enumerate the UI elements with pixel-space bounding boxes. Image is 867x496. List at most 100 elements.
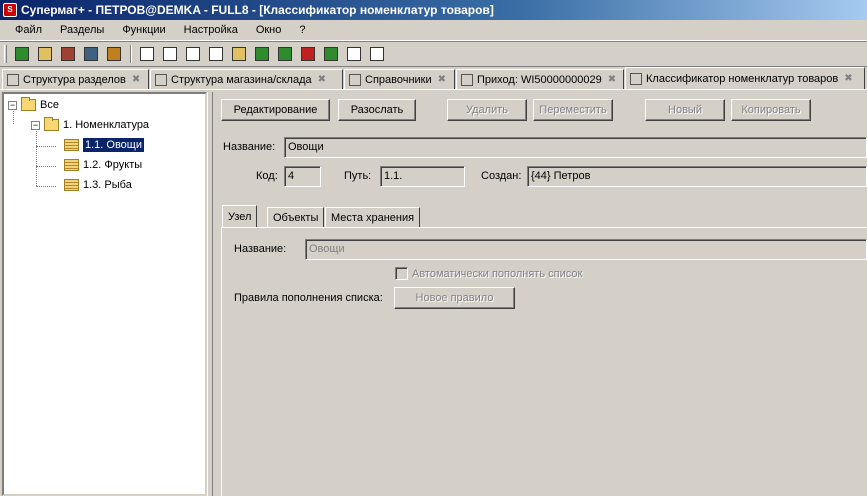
doc-gift-icon [185, 47, 200, 61]
tab-node[interactable]: Узел [222, 205, 258, 227]
tree-node-root[interactable]: − Все [8, 96, 59, 114]
copy-button[interactable]: Копировать [731, 99, 811, 121]
path-field[interactable]: 1.1. [380, 166, 465, 187]
doc-tab-label: Классификатор номенклатур товаров [646, 72, 839, 85]
folder-open-icon [44, 117, 59, 131]
toolbar-button-face[interactable] [34, 44, 55, 64]
tab-icon [155, 73, 167, 86]
toolbar-button-cart[interactable] [80, 44, 101, 64]
toolbar-button-truck[interactable] [320, 44, 341, 64]
path-label: Путь: [344, 170, 372, 182]
toolbar-button-folder-star[interactable] [251, 44, 272, 64]
menu-help[interactable]: ? [290, 22, 314, 38]
close-icon[interactable]: ✖ [318, 74, 326, 85]
toolbar-button-doc-plus[interactable] [159, 44, 180, 64]
doc-tab-label: Структура магазина/склада [171, 73, 312, 86]
menu-functions[interactable]: Функции [113, 22, 174, 38]
toolbar-button-folder-gift[interactable] [228, 44, 249, 64]
edit-button[interactable]: Редактирование [221, 99, 330, 121]
tab-objects[interactable]: Объекты [267, 207, 325, 227]
toolbar-button-bars[interactable] [103, 44, 124, 64]
folder-open-icon [21, 97, 36, 111]
name-field[interactable]: Овощи [284, 137, 867, 158]
toolbar-button-doc-arrow[interactable] [136, 44, 157, 64]
tab-storage-places[interactable]: Места хранения [325, 207, 421, 227]
menu-settings[interactable]: Настройка [175, 22, 247, 38]
tree-line [36, 128, 37, 186]
doc-tab-0[interactable]: Структура разделов ✖ [2, 69, 149, 89]
doc-tab-label: Справочники [365, 73, 432, 86]
doc-tab-1[interactable]: Структура магазина/склада ✖ [150, 69, 343, 89]
toolbar-button-green-tag[interactable] [274, 44, 295, 64]
title-bar: S Супермаг+ - ПЕТРОВ@DEMKA - FULL8 - [Кл… [0, 0, 867, 20]
tab-icon [461, 73, 473, 86]
folder-gift-icon [231, 47, 246, 61]
doc-tab-3[interactable]: Приход: WI50000000029 ✖ [456, 69, 624, 89]
red-tag-icon [300, 47, 315, 61]
toolbar-button-doc-green[interactable] [366, 44, 387, 64]
close-icon[interactable]: ✖ [132, 74, 140, 85]
tree-node-fruits[interactable]: 1.2. Фрукты [64, 156, 142, 174]
toolbar-button-green-db[interactable] [11, 44, 32, 64]
menu-file[interactable]: Файл [6, 22, 51, 38]
doc-arrow-icon [139, 47, 154, 61]
toolbar-button-doc-gift[interactable] [182, 44, 203, 64]
collapse-icon[interactable]: − [31, 120, 40, 130]
tree-line [36, 186, 56, 187]
doc-tab-label: Структура разделов [23, 73, 126, 86]
list-icon [64, 159, 79, 171]
code-label: Код: [256, 170, 278, 182]
tab-icon [349, 73, 361, 86]
tree-node-nomenclature[interactable]: − 1. Номенклатура [31, 116, 149, 134]
tab-icon [630, 72, 642, 85]
created-label: Создан: [481, 170, 522, 182]
close-icon[interactable]: ✖ [438, 74, 446, 85]
tree-node-fish[interactable]: 1.3. Рыба [64, 176, 132, 194]
toolbar-button-doc-check[interactable] [205, 44, 226, 64]
menu-window[interactable]: Окно [247, 22, 291, 38]
name-label: Название: [223, 141, 276, 153]
doc-tab-4[interactable]: Классификатор номенклатур товаров ✖ [625, 67, 865, 89]
list-icon [64, 139, 79, 151]
cart-icon [83, 47, 98, 61]
classifier-tree[interactable]: − Все − 1. Номенклатура 1.1. Овощи 1.2. … [2, 92, 207, 496]
tree-node-label: 1.1. Овощи [83, 138, 144, 152]
delete-button[interactable]: Удалить [447, 99, 527, 121]
rules-label: Правила пополнения списка: [234, 292, 383, 304]
close-icon[interactable]: ✖ [608, 74, 616, 85]
menu-bar: Файл Разделы Функции Настройка Окно ? [0, 20, 867, 41]
tree-line [36, 166, 56, 167]
toolbar [0, 41, 867, 67]
move-button[interactable]: Переместить [533, 99, 613, 121]
toolbar-button-store[interactable] [57, 44, 78, 64]
window-title: Супермаг+ - ПЕТРОВ@DEMKA - FULL8 - [Клас… [21, 3, 494, 17]
doc-tab-label: Приход: WI50000000029 [477, 73, 602, 86]
send-button[interactable]: Разослать [338, 99, 416, 121]
collapse-icon[interactable]: − [8, 100, 17, 110]
new-rule-button[interactable]: Новое правило [394, 287, 515, 309]
code-field[interactable]: 4 [284, 166, 321, 187]
tree-node-vegetables[interactable]: 1.1. Овощи [64, 136, 144, 154]
auto-fill-checkbox[interactable] [395, 267, 408, 280]
node-name-field[interactable]: Овощи [305, 239, 867, 260]
created-field[interactable]: {44} Петров [527, 166, 867, 187]
auto-fill-label: Автоматически пополнять список [412, 268, 583, 280]
truck-icon [323, 47, 338, 61]
new-button[interactable]: Новый [645, 99, 725, 121]
close-icon[interactable]: ✖ [844, 73, 852, 84]
toolbar-button-doc-red[interactable] [343, 44, 364, 64]
menu-sections[interactable]: Разделы [51, 22, 113, 38]
doc-red-icon [346, 47, 361, 61]
store-icon [60, 47, 75, 61]
toolbar-grip[interactable] [4, 45, 7, 63]
document-tabs: Структура разделов ✖ Структура магазина/ск… [0, 67, 867, 90]
tab-icon [7, 73, 19, 86]
bars-icon [106, 47, 121, 61]
doc-check-icon [208, 47, 223, 61]
pane-splitter[interactable] [207, 92, 213, 496]
green-db-icon [14, 47, 29, 61]
app-icon: S [3, 3, 17, 17]
toolbar-button-red-tag[interactable] [297, 44, 318, 64]
tree-node-label: 1.3. Рыба [83, 179, 132, 191]
doc-tab-2[interactable]: Справочники ✖ [344, 69, 455, 89]
